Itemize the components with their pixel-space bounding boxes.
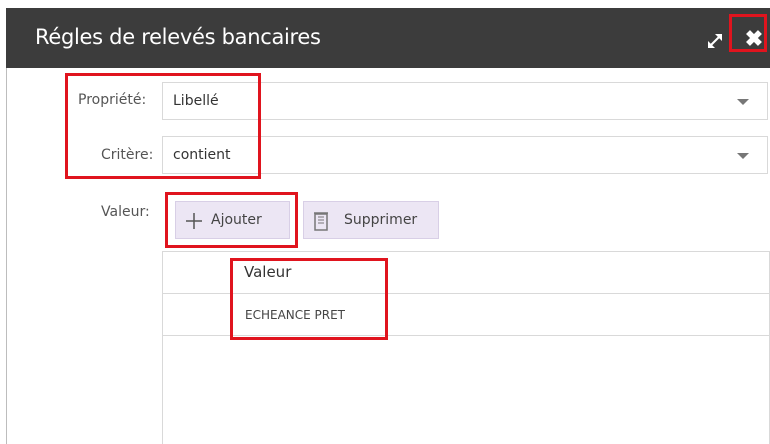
highlight-box-add-button [165,192,298,248]
highlight-box-close [729,14,767,52]
chevron-down-icon [737,153,749,159]
delete-button-label: Supprimer [344,212,418,228]
chevron-down-icon [737,99,749,105]
expand-icon[interactable] [704,30,726,52]
dialog-titlebar: Régles de relevés bancaires ✖ [6,8,770,68]
dialog-title: Régles de relevés bancaires [35,25,321,49]
delete-button[interactable]: Supprimer [303,201,439,239]
trash-icon [314,212,328,231]
highlight-box-property-criteria [65,73,261,179]
highlight-box-grid-values [230,258,388,340]
value-label: Valeur: [101,204,150,220]
